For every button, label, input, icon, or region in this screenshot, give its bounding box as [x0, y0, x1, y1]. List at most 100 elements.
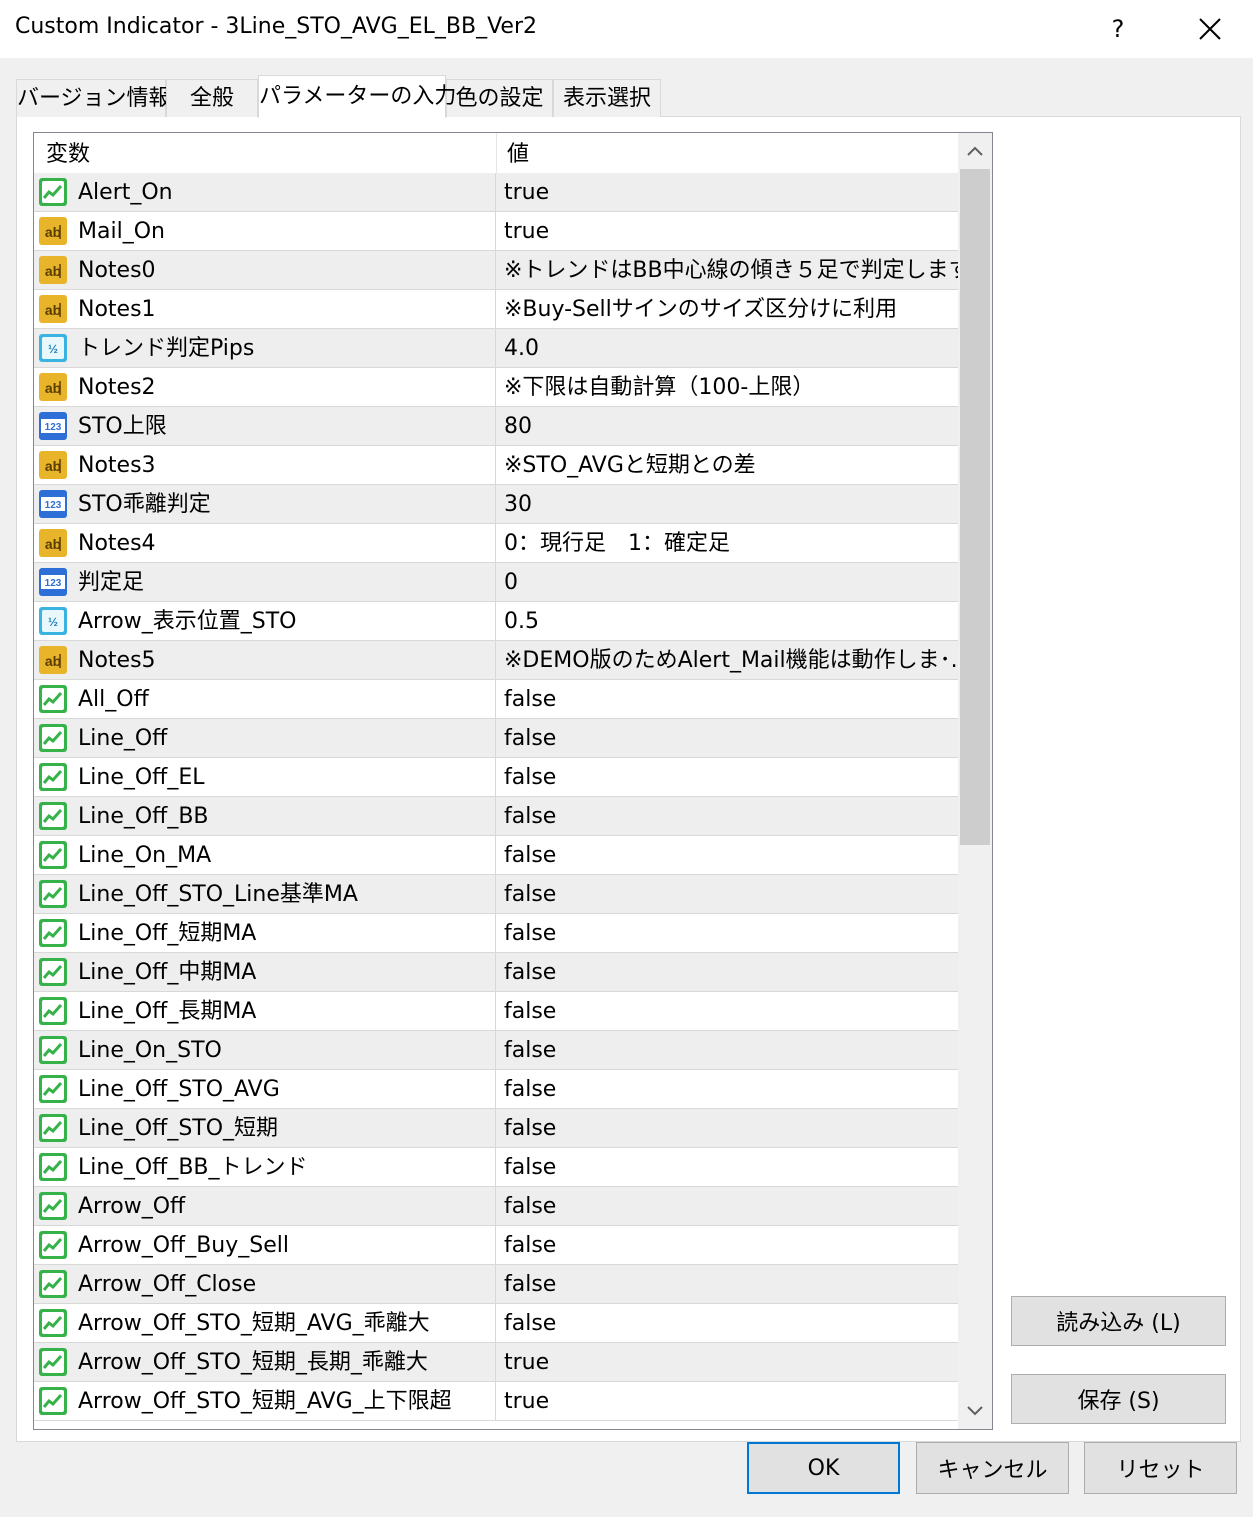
- parameter-value[interactable]: 4.0: [496, 329, 958, 367]
- parameter-value[interactable]: false: [496, 914, 958, 952]
- parameter-value[interactable]: false: [496, 1109, 958, 1147]
- parameter-value[interactable]: false: [496, 1265, 958, 1303]
- tab-colors[interactable]: 色の設定: [446, 79, 553, 117]
- load-button[interactable]: 読み込み (L): [1011, 1296, 1226, 1346]
- table-row[interactable]: Alert_On true: [34, 173, 958, 212]
- parameter-value[interactable]: 0.5: [496, 602, 958, 640]
- parameter-value[interactable]: ※トレンドはBB中心線の傾き５足で判定します: [496, 251, 958, 289]
- parameter-value[interactable]: ※下限は自動計算（100-上限）: [496, 368, 958, 406]
- table-row[interactable]: Line_On_STO false: [34, 1031, 958, 1070]
- table-row[interactable]: Line_Off_中期MA false: [34, 953, 958, 992]
- reset-button[interactable]: リセット: [1084, 1442, 1237, 1494]
- table-row[interactable]: All_Off false: [34, 680, 958, 719]
- parameter-value[interactable]: ※Buy-Sellサインのサイズ区分けに利用: [496, 290, 958, 328]
- parameter-name-cell: Line_Off_短期MA: [34, 914, 496, 952]
- parameter-value[interactable]: 0：現行足 1：確定足: [496, 524, 958, 562]
- table-row[interactable]: Line_Off_長期MA false: [34, 992, 958, 1031]
- parameter-value[interactable]: ※STO_AVGと短期との差: [496, 446, 958, 484]
- parameter-name-cell: ab Notes4: [34, 524, 496, 562]
- parameter-name-cell: Arrow_Off_STO_短期_長期_乖離大: [34, 1343, 496, 1381]
- table-row[interactable]: ab Notes1 ※Buy-Sellサインのサイズ区分けに利用: [34, 290, 958, 329]
- bool-param-icon: [38, 762, 68, 792]
- parameter-name-cell: Line_Off_EL: [34, 758, 496, 796]
- parameter-value[interactable]: false: [496, 719, 958, 757]
- scroll-thumb[interactable]: [960, 169, 990, 845]
- tab-general[interactable]: 全般: [166, 79, 258, 117]
- table-row[interactable]: ab Mail_On true: [34, 212, 958, 251]
- table-row[interactable]: Line_Off_STO_Line基準MA false: [34, 875, 958, 914]
- parameter-value[interactable]: ※DEMO版のためAlert_Mail機能は動作しま･..: [496, 641, 958, 679]
- table-row[interactable]: ½ Arrow_表示位置_STO 0.5: [34, 602, 958, 641]
- table-row[interactable]: ½ トレンド判定Pips 4.0: [34, 329, 958, 368]
- table-row[interactable]: ab Notes4 0：現行足 1：確定足: [34, 524, 958, 563]
- tab-parameters[interactable]: パラメーターの入力: [258, 75, 456, 118]
- column-header-variable[interactable]: 変数: [34, 133, 496, 173]
- parameter-name-cell: Line_Off_BB_トレンド: [34, 1148, 496, 1186]
- table-row[interactable]: ab Notes0 ※トレンドはBB中心線の傾き５足で判定します: [34, 251, 958, 290]
- ok-button[interactable]: OK: [747, 1442, 900, 1494]
- table-row[interactable]: Line_Off_BB false: [34, 797, 958, 836]
- table-row[interactable]: Line_Off_EL false: [34, 758, 958, 797]
- parameter-name-cell: Arrow_Off_Buy_Sell: [34, 1226, 496, 1264]
- parameter-value[interactable]: 0: [496, 563, 958, 601]
- svg-text:123: 123: [45, 500, 62, 511]
- table-row[interactable]: ab Notes3 ※STO_AVGと短期との差: [34, 446, 958, 485]
- save-button[interactable]: 保存 (S): [1011, 1374, 1226, 1424]
- table-row[interactable]: ab Notes2 ※下限は自動計算（100-上限）: [34, 368, 958, 407]
- bool-param-icon: [38, 957, 68, 987]
- bool-param-icon: [38, 684, 68, 714]
- table-row[interactable]: Arrow_Off_STO_短期_長期_乖離大 true: [34, 1343, 958, 1382]
- close-button[interactable]: [1180, 0, 1240, 58]
- table-row[interactable]: Line_Off_STO_AVG false: [34, 1070, 958, 1109]
- parameter-value[interactable]: 80: [496, 407, 958, 445]
- tab-display-select[interactable]: 表示選択: [553, 79, 661, 117]
- parameter-value[interactable]: true: [496, 173, 958, 211]
- parameter-value[interactable]: false: [496, 797, 958, 835]
- integer-param-icon: 123: [38, 411, 68, 441]
- tab-version-info[interactable]: バージョン情報: [16, 79, 171, 117]
- table-row[interactable]: Line_Off_BB_トレンド false: [34, 1148, 958, 1187]
- table-row[interactable]: Line_Off_短期MA false: [34, 914, 958, 953]
- parameter-value[interactable]: false: [496, 953, 958, 991]
- parameter-value[interactable]: false: [496, 758, 958, 796]
- parameter-value[interactable]: false: [496, 1031, 958, 1069]
- parameter-value[interactable]: false: [496, 1304, 958, 1342]
- parameter-value[interactable]: false: [496, 836, 958, 874]
- svg-text:ab: ab: [45, 302, 61, 318]
- vertical-scrollbar[interactable]: [958, 133, 992, 1429]
- window-title: Custom Indicator - 3Line_STO_AVG_EL_BB_V…: [15, 14, 537, 39]
- table-row[interactable]: Line_Off_STO_短期 false: [34, 1109, 958, 1148]
- parameter-value[interactable]: false: [496, 875, 958, 913]
- table-row[interactable]: Arrow_Off false: [34, 1187, 958, 1226]
- string-param-icon: ab: [38, 528, 68, 558]
- table-row[interactable]: Arrow_Off_STO_短期_AVG_乖離大 false: [34, 1304, 958, 1343]
- scroll-up-button[interactable]: [958, 133, 992, 169]
- parameter-value[interactable]: true: [496, 212, 958, 250]
- parameter-name: All_Off: [78, 687, 149, 712]
- parameter-value[interactable]: false: [496, 1070, 958, 1108]
- parameter-value[interactable]: false: [496, 1187, 958, 1225]
- table-row[interactable]: 123 STO上限 80: [34, 407, 958, 446]
- parameter-value[interactable]: false: [496, 1148, 958, 1186]
- parameter-name: Notes0: [78, 258, 156, 283]
- table-row[interactable]: Line_Off false: [34, 719, 958, 758]
- parameter-value[interactable]: true: [496, 1343, 958, 1381]
- help-button[interactable]: ?: [1095, 0, 1141, 58]
- parameter-value[interactable]: false: [496, 992, 958, 1030]
- parameter-name: Line_Off: [78, 726, 168, 751]
- chevron-up-icon: [967, 146, 983, 156]
- table-row[interactable]: 123 STO乖離判定 30: [34, 485, 958, 524]
- table-row[interactable]: ab Notes5 ※DEMO版のためAlert_Mail機能は動作しま･..: [34, 641, 958, 680]
- scroll-down-button[interactable]: [958, 1393, 992, 1429]
- cancel-button[interactable]: キャンセル: [916, 1442, 1069, 1494]
- table-row[interactable]: Arrow_Off_Buy_Sell false: [34, 1226, 958, 1265]
- table-row[interactable]: 123 判定足 0: [34, 563, 958, 602]
- table-row[interactable]: Line_On_MA false: [34, 836, 958, 875]
- parameter-value[interactable]: false: [496, 680, 958, 718]
- parameter-value[interactable]: 30: [496, 485, 958, 523]
- parameter-value[interactable]: true: [496, 1382, 958, 1420]
- parameter-value[interactable]: false: [496, 1226, 958, 1264]
- column-header-value[interactable]: 値: [496, 133, 958, 173]
- table-row[interactable]: Arrow_Off_STO_短期_AVG_上下限超 true: [34, 1382, 958, 1421]
- table-row[interactable]: Arrow_Off_Close false: [34, 1265, 958, 1304]
